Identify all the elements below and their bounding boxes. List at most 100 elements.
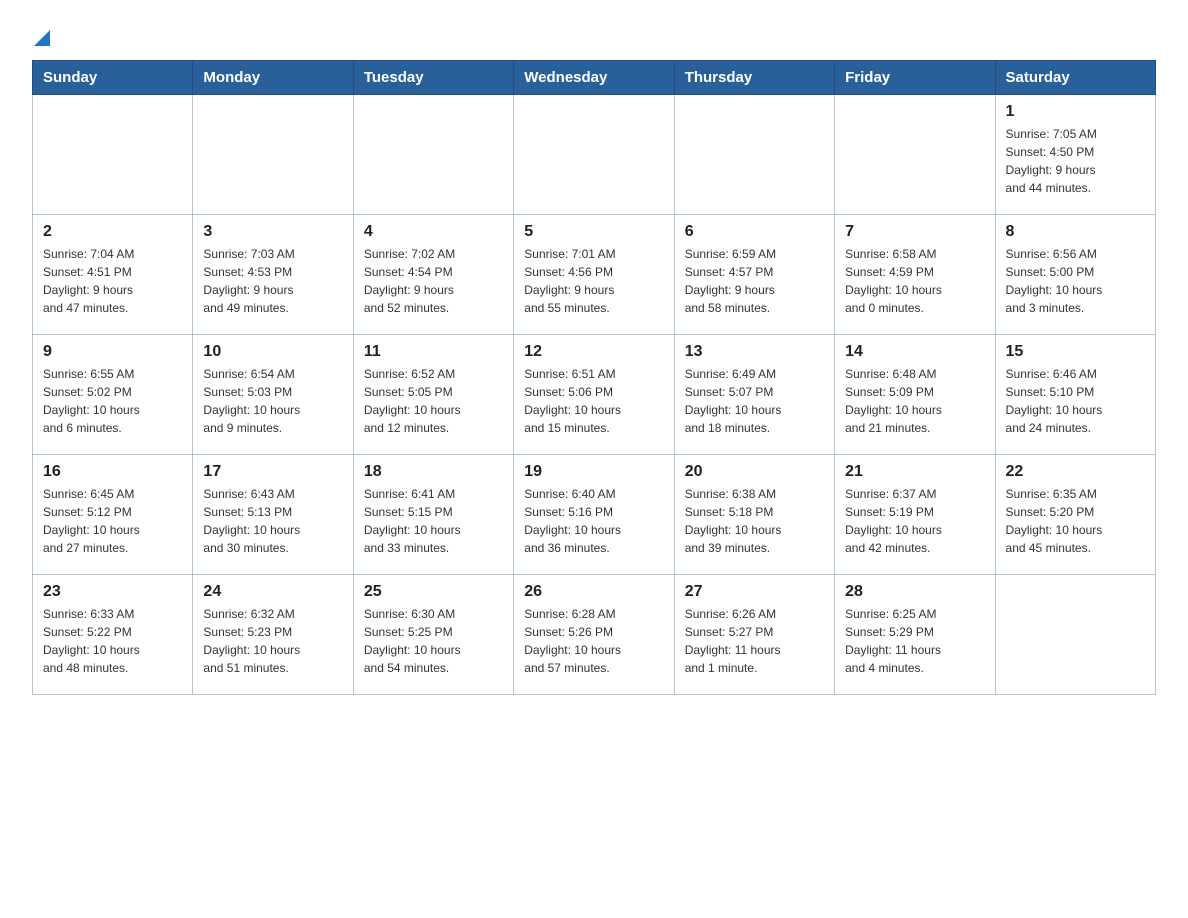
day-cell: 11Sunrise: 6:52 AM Sunset: 5:05 PM Dayli… — [353, 335, 513, 455]
day-info: Sunrise: 6:26 AM Sunset: 5:27 PM Dayligh… — [685, 605, 824, 677]
day-cell: 10 Sunrise: 6:54 AM Sunset: 5:03 PM Dayli… — [193, 335, 353, 455]
day-number: 20 — [685, 463, 824, 481]
day-cell: 26 Sunrise: 6:28 AM Sunset: 5:26 PM Dayli… — [514, 575, 674, 695]
day-cell — [995, 575, 1155, 695]
day-cell: 5 Sunrise: 7:01 AM Sunset: 4:56 PM Daylig… — [514, 215, 674, 335]
day-number: 1 — [1006, 103, 1145, 121]
day-info: Sunrise: 6:41 AM Sunset: 5:15 PM Dayligh… — [364, 485, 503, 557]
weekday-header-sunday: Sunday — [33, 61, 193, 95]
weekday-header-friday: Friday — [835, 61, 995, 95]
week-row-3: 9 Sunrise: 6:55 AM Sunset: 5:02 PM Daylig… — [33, 335, 1156, 455]
week-row-2: 2 Sunrise: 7:04 AM Sunset: 4:51 PM Daylig… — [33, 215, 1156, 335]
day-info: Sunrise: 6:30 AM Sunset: 5:25 PM Dayligh… — [364, 605, 503, 677]
day-info: Sunrise: 6:48 AM Sunset: 5:09 PM Dayligh… — [845, 365, 984, 437]
day-number: 27 — [685, 583, 824, 601]
day-cell: 25 Sunrise: 6:30 AM Sunset: 5:25 PM Dayli… — [353, 575, 513, 695]
day-info: Sunrise: 6:49 AM Sunset: 5:07 PM Dayligh… — [685, 365, 824, 437]
week-row-5: 23 Sunrise: 6:33 AM Sunset: 5:22 PM Dayli… — [33, 575, 1156, 695]
week-row-4: 16 Sunrise: 6:45 AM Sunset: 5:12 PM Dayli… — [33, 455, 1156, 575]
day-info: Sunrise: 6:52 AM Sunset: 5:05 PM Dayligh… — [364, 365, 503, 437]
day-info: Sunrise: 6:40 AM Sunset: 5:16 PM Dayligh… — [524, 485, 663, 557]
day-number: 14 — [845, 343, 984, 361]
day-number: 18 — [364, 463, 503, 481]
day-cell: 2 Sunrise: 7:04 AM Sunset: 4:51 PM Daylig… — [33, 215, 193, 335]
weekday-header-monday: Monday — [193, 61, 353, 95]
day-cell: 22 Sunrise: 6:35 AM Sunset: 5:20 PM Dayli… — [995, 455, 1155, 575]
day-cell: 19Sunrise: 6:40 AM Sunset: 5:16 PM Dayli… — [514, 455, 674, 575]
day-cell — [514, 95, 674, 215]
day-info: Sunrise: 6:51 AM Sunset: 5:06 PM Dayligh… — [524, 365, 663, 437]
day-cell: 1 Sunrise: 7:05 AM Sunset: 4:50 PM Daylig… — [995, 95, 1155, 215]
day-number: 10 — [203, 343, 342, 361]
day-number: 5 — [524, 223, 663, 241]
day-info: Sunrise: 6:32 AM Sunset: 5:23 PM Dayligh… — [203, 605, 342, 677]
day-cell: 27 Sunrise: 6:26 AM Sunset: 5:27 PM Dayli… — [674, 575, 834, 695]
day-cell: 6 Sunrise: 6:59 AM Sunset: 4:57 PM Daylig… — [674, 215, 834, 335]
day-number: 21 — [845, 463, 984, 481]
day-cell: 21 Sunrise: 6:37 AM Sunset: 5:19 PM Dayli… — [835, 455, 995, 575]
day-info: Sunrise: 6:46 AM Sunset: 5:10 PM Dayligh… — [1006, 365, 1145, 437]
day-info: Sunrise: 6:58 AM Sunset: 4:59 PM Dayligh… — [845, 245, 984, 317]
day-number: 22 — [1006, 463, 1145, 481]
day-cell: 28 Sunrise: 6:25 AM Sunset: 5:29 PM Dayli… — [835, 575, 995, 695]
day-info: Sunrise: 6:35 AM Sunset: 5:20 PM Dayligh… — [1006, 485, 1145, 557]
day-number: 4 — [364, 223, 503, 241]
day-cell — [353, 95, 513, 215]
day-cell: 7 Sunrise: 6:58 AM Sunset: 4:59 PM Daylig… — [835, 215, 995, 335]
day-info: Sunrise: 6:43 AM Sunset: 5:13 PM Dayligh… — [203, 485, 342, 557]
day-info: Sunrise: 6:45 AM Sunset: 5:12 PM Dayligh… — [43, 485, 182, 557]
day-number: 26 — [524, 583, 663, 601]
header — [32, 24, 1156, 48]
weekday-header-tuesday: Tuesday — [353, 61, 513, 95]
day-info: Sunrise: 7:04 AM Sunset: 4:51 PM Dayligh… — [43, 245, 182, 317]
day-info: Sunrise: 6:33 AM Sunset: 5:22 PM Dayligh… — [43, 605, 182, 677]
day-cell: 23 Sunrise: 6:33 AM Sunset: 5:22 PM Dayli… — [33, 575, 193, 695]
day-info: Sunrise: 6:37 AM Sunset: 5:19 PM Dayligh… — [845, 485, 984, 557]
weekday-header-thursday: Thursday — [674, 61, 834, 95]
day-cell: 17 Sunrise: 6:43 AM Sunset: 5:13 PM Dayli… — [193, 455, 353, 575]
day-info: Sunrise: 7:01 AM Sunset: 4:56 PM Dayligh… — [524, 245, 663, 317]
day-number: 6 — [685, 223, 824, 241]
logo — [32, 24, 52, 48]
day-cell: 3 Sunrise: 7:03 AM Sunset: 4:53 PM Daylig… — [193, 215, 353, 335]
day-cell: 16 Sunrise: 6:45 AM Sunset: 5:12 PM Dayli… — [33, 455, 193, 575]
day-number: 2 — [43, 223, 182, 241]
day-info: Sunrise: 6:38 AM Sunset: 5:18 PM Dayligh… — [685, 485, 824, 557]
day-cell: 18 Sunrise: 6:41 AM Sunset: 5:15 PM Dayli… — [353, 455, 513, 575]
weekday-header-row: SundayMondayTuesdayWednesdayThursdayFrid… — [33, 61, 1156, 95]
day-number: 17 — [203, 463, 342, 481]
day-number: 8 — [1006, 223, 1145, 241]
day-cell: 15 Sunrise: 6:46 AM Sunset: 5:10 PM Dayli… — [995, 335, 1155, 455]
day-cell: 20 Sunrise: 6:38 AM Sunset: 5:18 PM Dayli… — [674, 455, 834, 575]
day-info: Sunrise: 7:05 AM Sunset: 4:50 PM Dayligh… — [1006, 125, 1145, 197]
day-number: 7 — [845, 223, 984, 241]
day-cell — [33, 95, 193, 215]
day-info: Sunrise: 7:03 AM Sunset: 4:53 PM Dayligh… — [203, 245, 342, 317]
day-number: 3 — [203, 223, 342, 241]
day-number: 9 — [43, 343, 182, 361]
day-number: 23 — [43, 583, 182, 601]
week-row-1: 1 Sunrise: 7:05 AM Sunset: 4:50 PM Daylig… — [33, 95, 1156, 215]
day-info: Sunrise: 7:02 AM Sunset: 4:54 PM Dayligh… — [364, 245, 503, 317]
day-info: Sunrise: 6:54 AM Sunset: 5:03 PM Dayligh… — [203, 365, 342, 437]
day-number: 15 — [1006, 343, 1145, 361]
day-cell — [835, 95, 995, 215]
day-info: Sunrise: 6:59 AM Sunset: 4:57 PM Dayligh… — [685, 245, 824, 317]
day-info: Sunrise: 6:28 AM Sunset: 5:26 PM Dayligh… — [524, 605, 663, 677]
day-cell: 24 Sunrise: 6:32 AM Sunset: 5:23 PM Dayli… — [193, 575, 353, 695]
day-cell — [193, 95, 353, 215]
day-number: 24 — [203, 583, 342, 601]
day-cell: 12 Sunrise: 6:51 AM Sunset: 5:06 PM Dayli… — [514, 335, 674, 455]
day-number: 12 — [524, 343, 663, 361]
day-info: Sunrise: 6:55 AM Sunset: 5:02 PM Dayligh… — [43, 365, 182, 437]
day-info: Sunrise: 6:25 AM Sunset: 5:29 PM Dayligh… — [845, 605, 984, 677]
day-info: Sunrise: 6:56 AM Sunset: 5:00 PM Dayligh… — [1006, 245, 1145, 317]
day-cell: 14 Sunrise: 6:48 AM Sunset: 5:09 PM Dayli… — [835, 335, 995, 455]
calendar: SundayMondayTuesdayWednesdayThursdayFrid… — [32, 60, 1156, 695]
day-number: 28 — [845, 583, 984, 601]
day-number: 16 — [43, 463, 182, 481]
day-cell — [674, 95, 834, 215]
day-cell: 9 Sunrise: 6:55 AM Sunset: 5:02 PM Daylig… — [33, 335, 193, 455]
weekday-header-saturday: Saturday — [995, 61, 1155, 95]
day-number: 25 — [364, 583, 503, 601]
